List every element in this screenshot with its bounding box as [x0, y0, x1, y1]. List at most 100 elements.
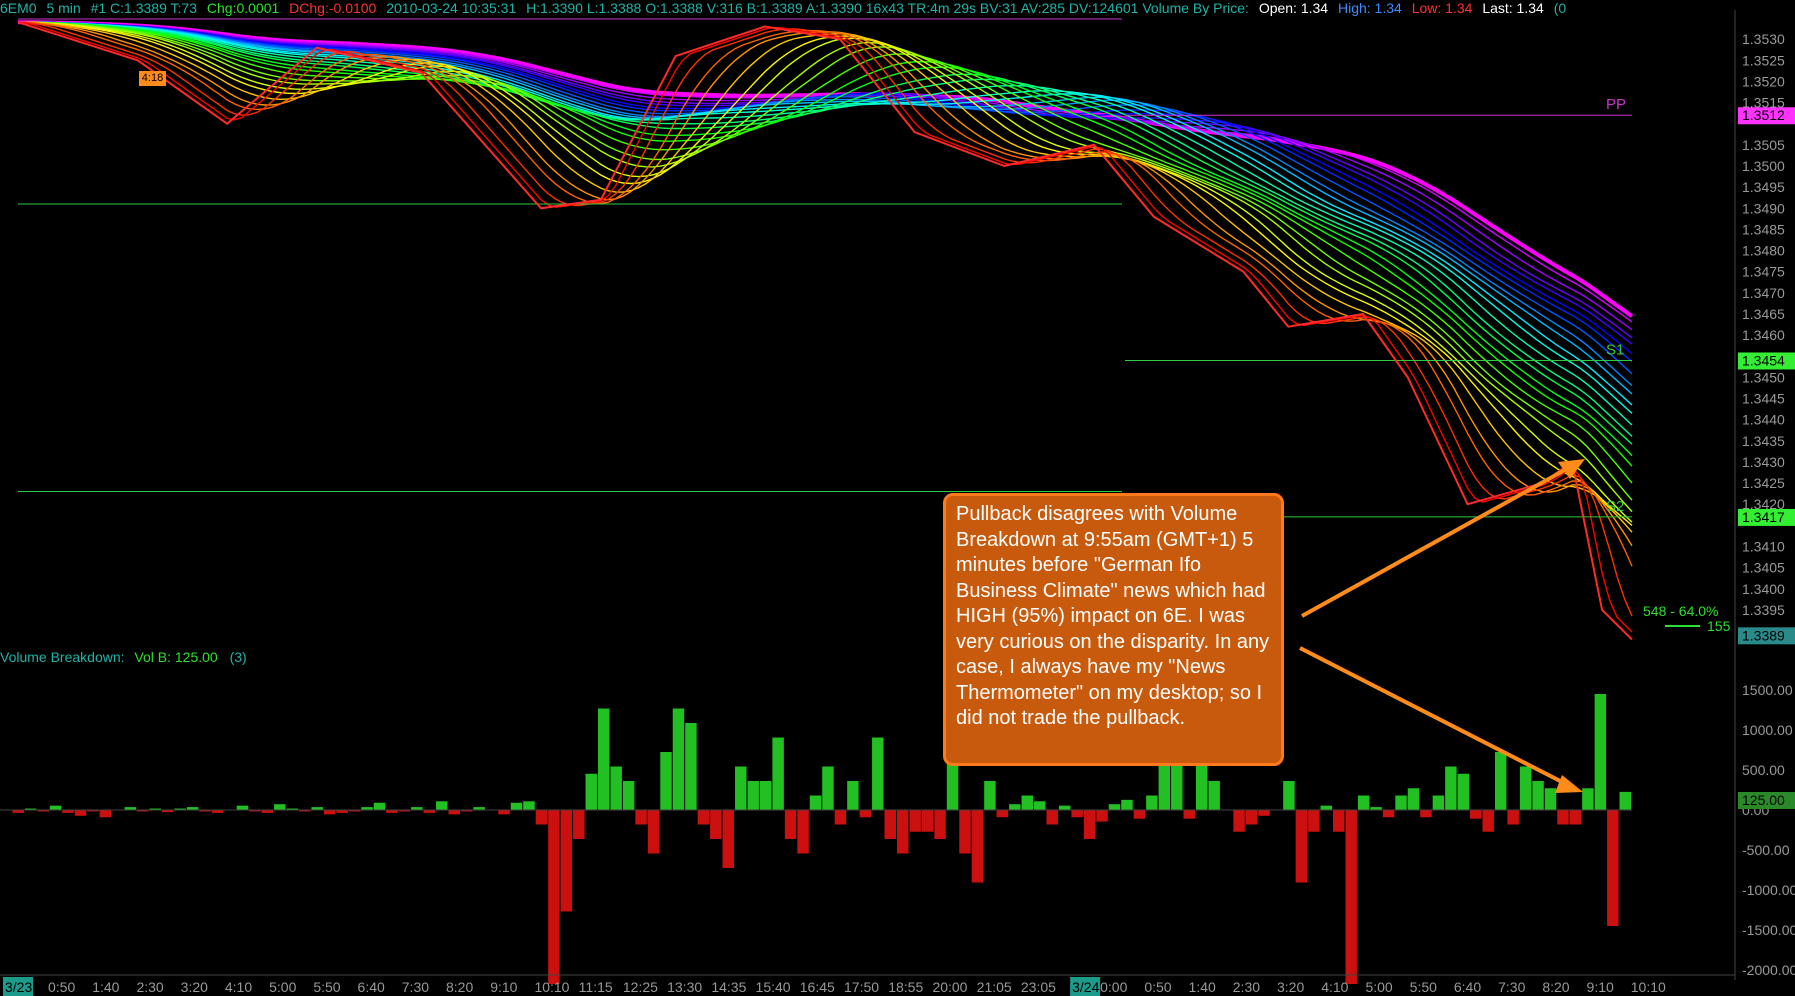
- volume-bar-down: [548, 810, 560, 984]
- volume-bar-down: [1333, 810, 1345, 832]
- volume-bar-down: [1046, 810, 1058, 825]
- volume-axis: 1500.001000.00500.000.00-500.00-1000.00-…: [1738, 682, 1795, 978]
- volume-bar-down: [959, 810, 971, 854]
- volume-bar-down: [797, 810, 809, 854]
- volume-bar-up: [49, 805, 62, 810]
- volume-tick-label: -2000.00: [1742, 962, 1795, 978]
- volume-bar-up: [759, 781, 772, 810]
- header-tail: (0: [1553, 0, 1567, 16]
- volume-panel-period: (3): [229, 649, 247, 665]
- volume-bar-up: [747, 781, 759, 810]
- time-tick-label: 1:40: [92, 979, 119, 995]
- time-tick-label: 0:00: [1100, 979, 1127, 995]
- volume-bar-down: [834, 810, 847, 825]
- price-tick-label: 1.3425: [1742, 475, 1785, 491]
- volume-bar-up: [1519, 766, 1532, 810]
- time-tick-label: 1:40: [1189, 979, 1216, 995]
- price-tick-label: 1.3440: [1742, 412, 1785, 428]
- volume-bar-up: [1146, 795, 1158, 810]
- volume-panel-value: Vol B: 125.00: [134, 649, 218, 665]
- price-tag-label: 1.3454: [1742, 352, 1785, 368]
- volume-bar-up: [822, 766, 834, 810]
- volume-tick-label: 500.00: [1742, 762, 1785, 778]
- time-tick-label: 2:30: [1233, 979, 1260, 995]
- time-tick-label: 6:40: [358, 979, 385, 995]
- price-tick-label: 1.3525: [1742, 52, 1785, 68]
- price-tick-label: 1.3430: [1742, 454, 1785, 470]
- volume-by-price-label: 548 - 64.0%: [1643, 603, 1719, 619]
- volume-bar-down: [1258, 810, 1270, 816]
- volume-bar-down: [74, 810, 87, 816]
- volume-bar-down: [560, 810, 573, 912]
- interval: 5 min: [46, 0, 81, 16]
- volume-bar-up: [1407, 788, 1420, 810]
- volume-bar-down: [99, 810, 112, 818]
- volume-bar-down: [896, 810, 909, 854]
- price-tick-label: 1.3475: [1742, 264, 1785, 280]
- time-tick-label: 13:30: [667, 979, 702, 995]
- volume-bar-down: [573, 810, 585, 839]
- time-tick-label: 17:50: [844, 979, 879, 995]
- volume-tick-label: 1500.00: [1742, 682, 1793, 698]
- volume-bar-up: [1058, 805, 1071, 810]
- volume-bar-up: [510, 802, 523, 810]
- last: Last: 1.34: [1482, 0, 1544, 16]
- volume-tag-label: 125.00: [1742, 792, 1785, 808]
- time-tick-label: 4:10: [225, 979, 252, 995]
- price-tick-label: 1.3480: [1742, 243, 1785, 259]
- volume-bar-down: [710, 810, 722, 839]
- volume-bar-up: [610, 766, 622, 810]
- volume-bar-up: [1034, 801, 1046, 810]
- price-tick-label: 1.3465: [1742, 306, 1785, 322]
- volume-bar-down: [448, 810, 460, 815]
- time-tick-label: 18:55: [888, 979, 923, 995]
- volume-bar-down: [996, 810, 1009, 818]
- time-tick-label: 11:15: [579, 979, 613, 995]
- price-tick-label: 1.3420: [1742, 496, 1785, 512]
- open: Open: 1.34: [1258, 0, 1329, 16]
- volume-panel-title: Volume Breakdown: Vol B: 125.00 (3): [0, 649, 247, 665]
- volume-bar-up: [523, 801, 535, 810]
- volume-bar-down: [1507, 810, 1519, 825]
- moving-average-line: [17, 21, 1633, 331]
- price-tick-label: 1.3410: [1742, 539, 1785, 555]
- time-tick-label: 16:45: [800, 979, 835, 995]
- price-tick-label: 1.3515: [1742, 95, 1785, 111]
- time-tick-label: 0:50: [1144, 979, 1171, 995]
- volume-bar-up: [735, 766, 747, 810]
- volume-bar-down: [722, 810, 735, 868]
- moving-average-line: [17, 21, 1633, 457]
- volume-bar-up: [1395, 795, 1407, 810]
- volume-bar-down: [921, 810, 934, 832]
- volume-bar-up: [1283, 781, 1295, 810]
- volume-bar-down: [635, 810, 647, 825]
- volume-bar-up: [597, 708, 610, 810]
- moving-average-line: [17, 21, 1633, 445]
- volume-bar-up: [236, 805, 249, 810]
- time-tick-label: 5:50: [1410, 979, 1437, 995]
- volume-bar-up: [1494, 752, 1507, 810]
- time-tick-label: 9:10: [490, 979, 517, 995]
- price-tick-label: 1.3460: [1742, 327, 1785, 343]
- volume-bar-up: [1121, 799, 1133, 810]
- volume-bar-up: [847, 781, 859, 810]
- time-tick-label: 3:20: [1277, 979, 1304, 995]
- volume-bar-down: [1382, 810, 1395, 818]
- volume-bar-up: [685, 723, 697, 810]
- volume-tick-label: -500.00: [1742, 842, 1790, 858]
- volume-bar-down: [1245, 810, 1258, 825]
- volume-bar-down: [323, 810, 336, 815]
- price-tick-label: 1.3470: [1742, 285, 1785, 301]
- low: Low: 1.34: [1411, 0, 1473, 16]
- time-tick-label: 20:00: [932, 979, 967, 995]
- volume-bar-down: [1420, 810, 1432, 818]
- volume-bar-up: [1432, 795, 1445, 810]
- volume-bar-down: [1233, 810, 1245, 832]
- volume-bar-down: [1482, 810, 1494, 832]
- time-tick-label: 8:20: [446, 979, 473, 995]
- time-axis: 3/23 0:50 1:40 2:30 3:20 4:10 5:00 5:50 6:40 7:30…: [0, 974, 1735, 996]
- price-tag-label: 1.3389: [1742, 627, 1785, 643]
- volume-bar-down: [647, 810, 660, 854]
- volume-bar-up: [1357, 795, 1370, 810]
- time-tick-label: 14:35: [711, 979, 746, 995]
